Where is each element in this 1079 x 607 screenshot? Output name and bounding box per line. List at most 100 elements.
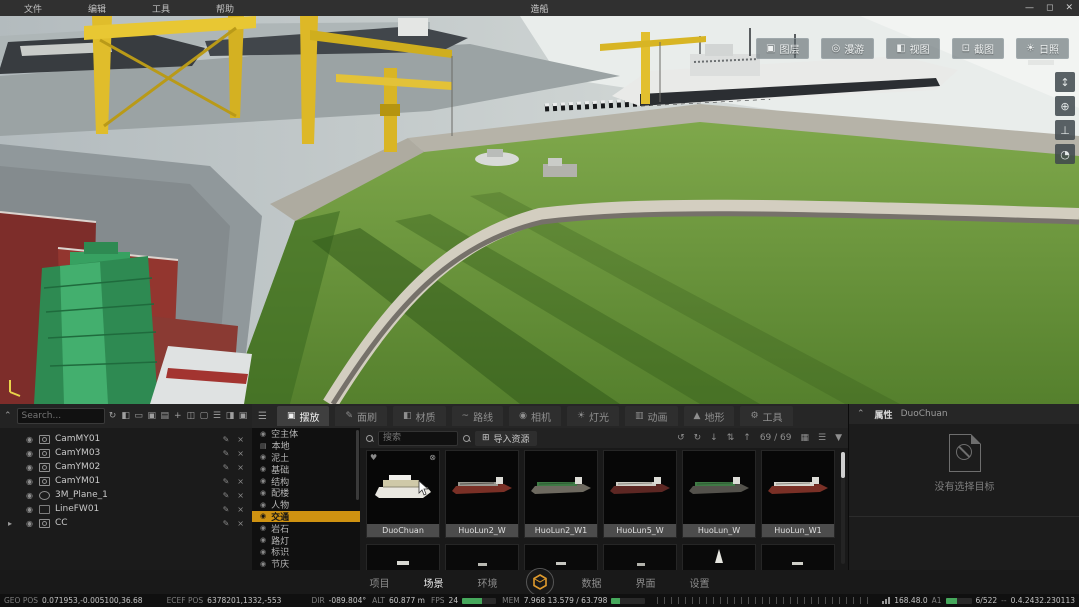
- pan-tool-icon[interactable]: ↕: [1055, 72, 1075, 92]
- tab-place[interactable]: ▣摆放: [277, 406, 330, 426]
- list-icon[interactable]: ☰: [212, 409, 222, 423]
- refresh-icon[interactable]: ↻: [108, 409, 118, 423]
- asset-tile-huolun-w[interactable]: HuoLun_W: [682, 450, 756, 538]
- tab-terrain[interactable]: ▲地形: [684, 406, 735, 426]
- asset-tile-partial[interactable]: [682, 544, 756, 572]
- viewport-3d-scene[interactable]: ▣ 图层 ◎ 漫游 ◧ 视图 ⊡ 截图 ☀ 日照 ↕ ⊕ ⊥: [0, 16, 1079, 404]
- panel-toggle-icon[interactable]: ▣: [238, 409, 248, 423]
- category-soil[interactable]: ◉泥土: [252, 452, 360, 464]
- visibility-eye-icon[interactable]: ◉: [26, 463, 33, 472]
- category-structure[interactable]: ◉结构: [252, 475, 360, 487]
- collapse-panel-icon[interactable]: ⌃: [4, 411, 12, 421]
- category-street-lamps[interactable]: ◉路灯: [252, 534, 360, 546]
- select-icon[interactable]: ◧: [121, 409, 131, 423]
- sunlight-button[interactable]: ☀ 日照: [1016, 38, 1069, 59]
- tab-animation[interactable]: ▥动画: [625, 406, 678, 426]
- tree-row-3m-plane-1[interactable]: ◉ 3M_Plane_1 ✎×: [0, 488, 252, 502]
- sort-icon[interactable]: ⇅: [727, 433, 735, 443]
- duplicate-icon[interactable]: ◫: [186, 409, 196, 423]
- visibility-eye-icon[interactable]: ◉: [26, 435, 33, 444]
- collapse-panel-icon[interactable]: ⌃: [857, 409, 865, 419]
- favorite-heart-icon[interactable]: ♥: [370, 453, 377, 462]
- menu-tools[interactable]: 工具: [138, 2, 184, 15]
- visibility-eye-icon[interactable]: ◉: [26, 477, 33, 486]
- compass-tool-icon[interactable]: ◔: [1055, 144, 1075, 164]
- edit-icon[interactable]: ✎: [223, 463, 230, 472]
- rect-select-icon[interactable]: ▢: [199, 409, 209, 423]
- tree-row-camym02[interactable]: ◉ CamYM02 ✎×: [0, 460, 252, 474]
- tree-row-linefw01[interactable]: ◉ LineFW01 ✎×: [0, 502, 252, 516]
- nav-project[interactable]: 项目: [370, 575, 390, 590]
- roam-button[interactable]: ◎ 漫游: [821, 38, 874, 59]
- import-assets-button[interactable]: ⊞ 导入资源: [475, 431, 537, 446]
- tree-row-camym01[interactable]: ◉ CamYM01 ✎×: [0, 474, 252, 488]
- menu-help[interactable]: 帮助: [202, 2, 248, 15]
- nav-interface[interactable]: 界面: [636, 575, 656, 590]
- tree-row-camym03[interactable]: ◉ CamYM03 ✎×: [0, 446, 252, 460]
- asset-tile-partial[interactable]: [761, 544, 835, 572]
- delete-icon[interactable]: ×: [237, 505, 244, 514]
- edit-icon[interactable]: ✎: [223, 491, 230, 500]
- app-logo[interactable]: [526, 568, 554, 596]
- category-local[interactable]: ▤本地: [252, 440, 360, 452]
- menu-file[interactable]: 文件: [10, 2, 56, 15]
- list-view-icon[interactable]: ☰: [818, 433, 826, 443]
- edit-icon[interactable]: ✎: [223, 477, 230, 486]
- nav-scene[interactable]: 场景: [424, 575, 444, 590]
- tree-row-cc[interactable]: ▸ ◉ CC ✎×: [0, 516, 252, 530]
- delete-icon[interactable]: ×: [237, 435, 244, 444]
- edit-icon[interactable]: ✎: [223, 435, 230, 444]
- asset-search-input[interactable]: [378, 431, 458, 446]
- delete-icon[interactable]: ×: [237, 519, 244, 528]
- frame-icon[interactable]: ▭: [134, 409, 144, 423]
- nav-settings[interactable]: 设置: [690, 575, 710, 590]
- menu-edit[interactable]: 编辑: [74, 2, 120, 15]
- category-festival[interactable]: ◉节庆: [252, 558, 360, 570]
- visibility-eye-icon[interactable]: ◉: [26, 505, 33, 514]
- category-scrollbar[interactable]: [356, 430, 359, 500]
- close-icon[interactable]: ✕: [1065, 3, 1073, 13]
- view-button[interactable]: ◧ 视图: [886, 38, 939, 59]
- asset-tile-partial[interactable]: [366, 544, 440, 572]
- category-people[interactable]: ◉人物: [252, 499, 360, 511]
- asset-tile-huolun2-w1[interactable]: HuoLun2_W1: [524, 450, 598, 538]
- delete-icon[interactable]: ×: [237, 449, 244, 458]
- asset-tile-partial[interactable]: [603, 544, 677, 572]
- asset-tile-partial[interactable]: [445, 544, 519, 572]
- category-annex[interactable]: ◉配楼: [252, 487, 360, 499]
- tree-row-cammy01[interactable]: ◉ CamMY01 ✎×: [0, 432, 252, 446]
- folder-icon[interactable]: ▣: [147, 409, 157, 423]
- nav-environment[interactable]: 环境: [478, 575, 498, 590]
- edit-icon[interactable]: ✎: [223, 519, 230, 528]
- nav-data[interactable]: 数据: [582, 575, 602, 590]
- edit-icon[interactable]: ✎: [223, 505, 230, 514]
- tab-material[interactable]: ◧材质: [393, 406, 446, 426]
- minimize-icon[interactable]: —: [1025, 3, 1034, 13]
- globe-tool-icon[interactable]: ⊕: [1055, 96, 1075, 116]
- category-traffic[interactable]: ◉交通: [252, 511, 360, 523]
- delete-icon[interactable]: ×: [237, 477, 244, 486]
- asset-scrollbar[interactable]: [841, 452, 845, 564]
- screenshot-button[interactable]: ⊡ 截图: [952, 38, 1004, 59]
- add-icon[interactable]: +: [173, 409, 183, 423]
- category-empty-body[interactable]: ◉空主体: [252, 428, 360, 440]
- axis-tool-icon[interactable]: ⊥: [1055, 120, 1075, 140]
- category-rocks[interactable]: ◉岩石: [252, 522, 360, 534]
- asset-tile-huolun2-w[interactable]: HuoLun2_W: [445, 450, 519, 538]
- scene-search-input[interactable]: [17, 408, 105, 424]
- visibility-eye-icon[interactable]: ◉: [26, 491, 33, 500]
- asset-tile-huolun-w1[interactable]: HuoLun_W1: [761, 450, 835, 538]
- redo-icon[interactable]: ↻: [694, 433, 702, 443]
- delete-icon[interactable]: ×: [237, 463, 244, 472]
- folder-open-icon[interactable]: ▤: [160, 409, 170, 423]
- hamburger-icon[interactable]: ☰: [258, 411, 267, 422]
- tab-tools[interactable]: ⚙工具: [740, 406, 792, 426]
- maximize-icon[interactable]: ◻: [1046, 3, 1053, 13]
- category-foundation[interactable]: ◉基础: [252, 463, 360, 475]
- asset-tile-huolun5-w[interactable]: HuoLun5_W: [603, 450, 677, 538]
- layers-button[interactable]: ▣ 图层: [756, 38, 809, 59]
- delete-icon[interactable]: ×: [237, 491, 244, 500]
- undo-icon[interactable]: ↺: [677, 433, 685, 443]
- collapse-icon[interactable]: ▼: [835, 433, 842, 443]
- tab-surface-brush[interactable]: ✎面刷: [335, 406, 387, 426]
